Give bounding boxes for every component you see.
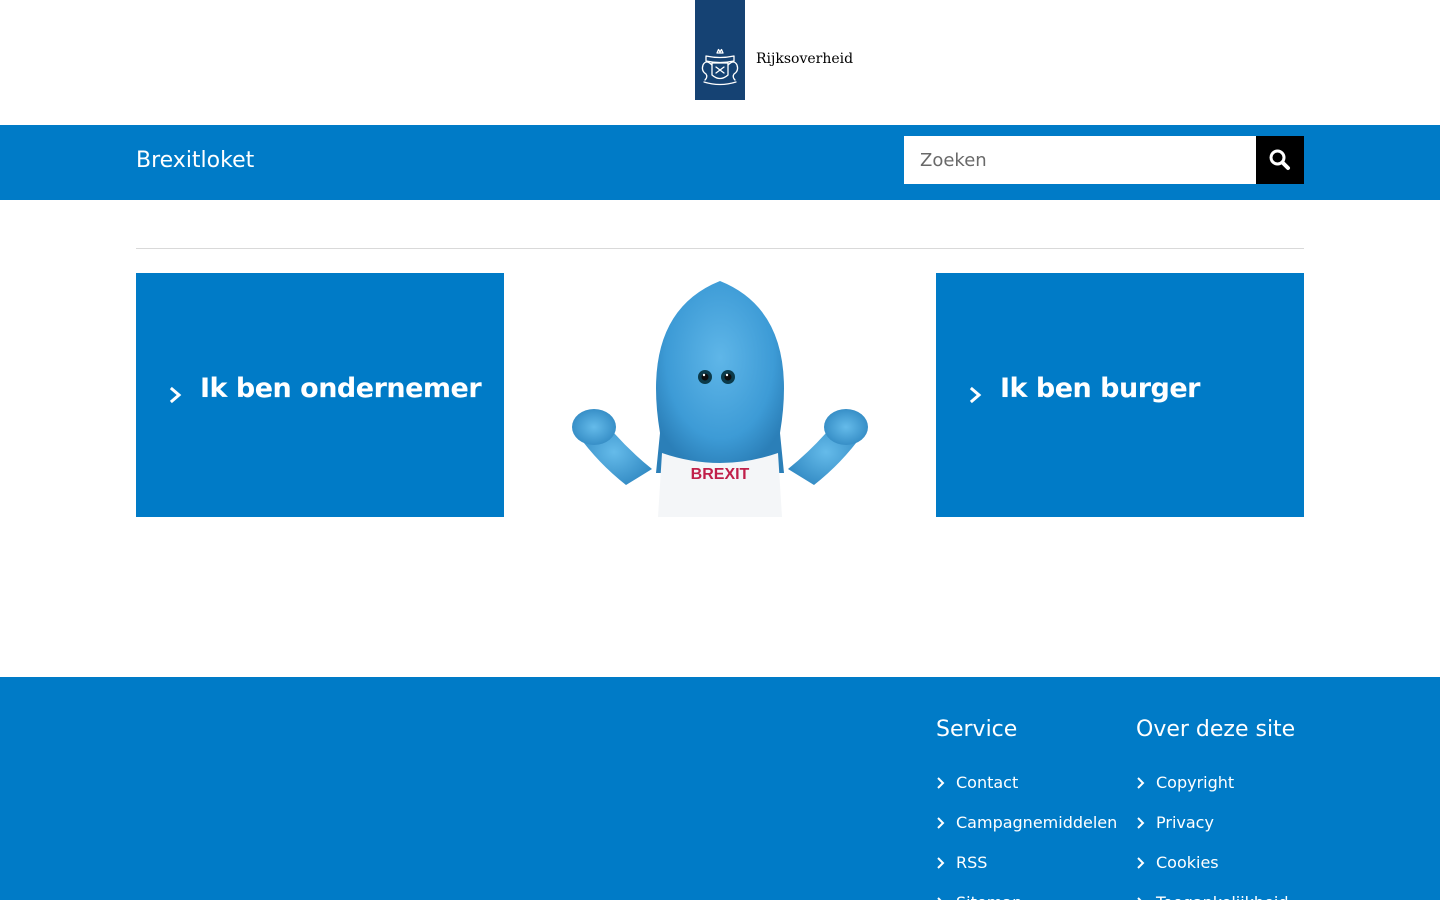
chevron-right-icon xyxy=(937,817,945,829)
site-footer: Service Contact Campagnemiddelen RSS Sit… xyxy=(0,677,1440,900)
tile-burger[interactable]: Ik ben burger xyxy=(936,273,1304,517)
footer-heading: Service xyxy=(936,717,1018,742)
brexit-mascot-image: BREXIT xyxy=(572,281,868,517)
footer-link-sitemap[interactable]: Sitemap xyxy=(956,891,1022,900)
chevron-right-icon xyxy=(1137,897,1142,900)
search-button[interactable] xyxy=(1256,136,1304,184)
footer-link-copyright[interactable]: Copyright xyxy=(1156,771,1234,795)
svg-text:BREXIT: BREXIT xyxy=(691,466,750,483)
logo-header: Rijksoverheid xyxy=(0,0,1440,125)
chevron-right-icon xyxy=(1137,857,1145,869)
footer-link-contact[interactable]: Contact xyxy=(956,771,1018,795)
chevron-right-icon xyxy=(1137,817,1145,829)
site-title[interactable]: Brexitloket xyxy=(136,148,254,173)
coat-of-arms-icon xyxy=(701,48,739,86)
footer-heading: Over deze site xyxy=(1136,717,1296,742)
chevron-right-icon xyxy=(937,777,945,789)
chevron-right-icon xyxy=(937,897,942,900)
logo-text: Rijksoverheid xyxy=(756,51,854,67)
content-divider xyxy=(136,248,1304,249)
footer-link-privacy[interactable]: Privacy xyxy=(1156,811,1214,835)
search-icon xyxy=(1269,149,1290,170)
chevron-right-icon xyxy=(937,857,945,869)
footer-link-rss[interactable]: RSS xyxy=(956,851,987,875)
chevron-right-icon xyxy=(969,386,982,404)
tile-label: Ik ben burger xyxy=(1000,373,1200,404)
search-input[interactable] xyxy=(904,136,1256,184)
footer-link-toegankelijkheid[interactable]: Toegankelijkheid xyxy=(1156,891,1289,900)
chevron-right-icon xyxy=(1137,777,1145,789)
tile-ondernemer[interactable]: Ik ben ondernemer xyxy=(136,273,504,517)
footer-link-cookies[interactable]: Cookies xyxy=(1156,851,1219,875)
chevron-right-icon xyxy=(169,386,182,404)
footer-link-campagnemiddelen[interactable]: Campagnemiddelen xyxy=(956,811,1117,835)
tile-label: Ik ben ondernemer xyxy=(200,373,482,404)
